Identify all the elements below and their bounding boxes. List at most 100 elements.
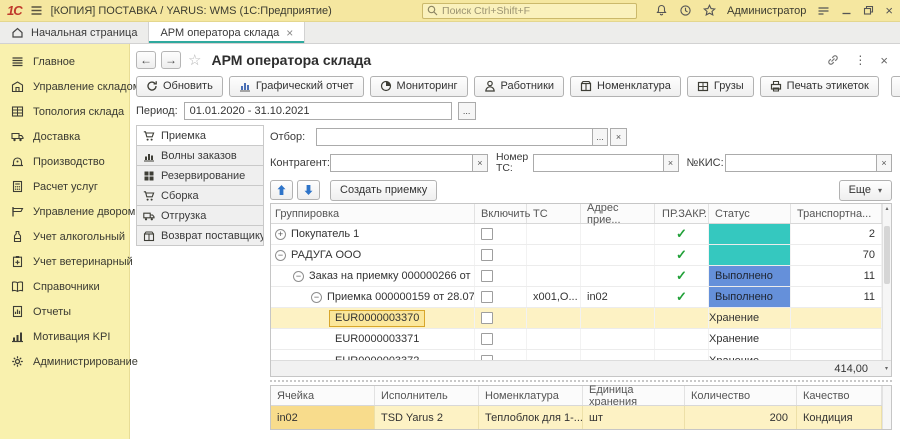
include-checkbox[interactable] [481,249,493,261]
panel-splitter[interactable] [270,380,892,382]
detail-row-selected[interactable]: in02 TSD Yarus 2 Теплоблок для 1-... шт … [271,406,891,429]
include-checkbox[interactable] [481,228,493,240]
tab-otgruzka[interactable]: Отгрузка [136,205,264,226]
col-address-header[interactable]: Адрес прие... [581,204,655,223]
sidebar-item-veterinary[interactable]: Учет ветеринарный [0,249,129,274]
cargo-button[interactable]: Грузы [687,76,754,97]
sidebar-item-alcohol[interactable]: Учет алкогольный [0,224,129,249]
focused-cell[interactable]: EUR0000003370 [329,310,425,327]
collapse-icon[interactable]: − [275,250,286,261]
create-receipt-button[interactable]: Создать приемку [330,180,437,201]
col-include-header[interactable]: Включить [475,204,527,223]
refresh-button[interactable]: Обновить [136,76,223,97]
vehicle-number-input[interactable] [533,154,663,172]
graphic-report-button[interactable]: Графический отчет [229,76,364,97]
scrollbar-thumb[interactable] [884,226,890,284]
col-przakr-header[interactable]: ПР.ЗАКР. [655,204,709,223]
include-checkbox[interactable] [481,270,493,282]
tab-sborka[interactable]: Сборка [136,185,264,206]
col-vehicle-header[interactable]: ТС [527,204,581,223]
col-cell-header[interactable]: Ячейка [271,386,375,405]
table-row[interactable]: +Покупатель 1 ✓ 2 [271,224,891,245]
sidebar-item-yard-mgmt[interactable]: Управление двором [0,199,129,224]
history-clock-icon[interactable] [679,4,692,17]
grid-more-button[interactable]: Еще ▾ [839,180,892,201]
minimize-icon[interactable] [841,5,852,16]
tab-rezervirovanie[interactable]: Резервирование [136,165,264,186]
col-executor-header[interactable]: Исполнитель [375,386,479,405]
more-menu-icon[interactable]: ⋮ [854,53,866,67]
sidebar-item-catalogs[interactable]: Справочники [0,274,129,299]
expand-icon[interactable]: + [275,229,286,240]
sidebar-item-kpi[interactable]: Мотивация KPI [0,324,129,349]
tab-volny-zakazov[interactable]: Волны заказов [136,145,264,166]
nav-forward-button[interactable]: → [161,51,181,69]
selection-picker-button[interactable]: ... [592,128,608,146]
col-status-header[interactable]: Статус [709,204,791,223]
main-menu-icon[interactable] [30,4,43,17]
tab-home[interactable]: Начальная страница [0,22,148,43]
tab-arm-operator[interactable]: АРМ оператора склада × [148,22,305,43]
get-link-icon[interactable] [826,53,840,67]
search-input[interactable] [442,5,632,17]
counterparty-clear-button[interactable]: × [472,154,488,172]
close-window-icon[interactable]: × [885,4,893,17]
move-down-button[interactable] [297,180,320,200]
include-checkbox[interactable] [481,333,493,345]
col-group-header[interactable]: Группировка [271,204,475,223]
grid-vertical-scrollbar[interactable]: ▴ [882,204,891,360]
table-row[interactable]: −Приемка 000000159 от 28.07.202... x001,… [271,287,891,308]
workers-button[interactable]: Работники [474,76,564,97]
scroll-down-icon[interactable]: ▾ [882,365,891,372]
include-checkbox[interactable] [481,312,493,324]
selection-filter-input[interactable] [316,128,592,146]
current-user[interactable]: Администратор [727,5,806,17]
counterparty-input[interactable] [330,154,472,172]
col-unit-header[interactable]: Единица хранения [583,386,685,405]
tab-priemka[interactable]: Приемка [136,125,264,146]
detail-vertical-scrollbar[interactable] [882,386,891,429]
sidebar-item-reports[interactable]: Отчеты [0,299,129,324]
include-checkbox[interactable] [481,355,493,361]
close-form-icon[interactable]: × [880,53,888,68]
table-row[interactable]: −Заказ на приемку 000000266 от 27... ✓ В… [271,266,891,287]
print-labels-button[interactable]: Печать этикеток [760,76,879,97]
sidebar-item-production[interactable]: Производство [0,149,129,174]
col-transport-header[interactable]: Транспортна... [791,204,882,223]
sidebar-item-services-calc[interactable]: Расчет услуг [0,174,129,199]
kis-clear-button[interactable]: × [876,154,892,172]
sidebar-item-main[interactable]: Главное [0,49,129,74]
col-quantity-header[interactable]: Количество [685,386,797,405]
nomenclature-button[interactable]: Номенклатура [570,76,681,97]
favorite-star-icon[interactable]: ☆ [188,51,201,69]
table-row[interactable]: −РАДУГА ООО ✓ 70 [271,245,891,266]
toolbar-more-button[interactable]: Еще ▾ [891,76,900,97]
sidebar-item-warehouse-mgmt[interactable]: Управление складом [0,74,129,99]
restore-window-icon[interactable] [863,5,874,16]
period-input[interactable] [184,102,452,120]
col-nomenclature-header[interactable]: Номенклатура [479,386,583,405]
tab-vozvrat-postavschiku[interactable]: Возврат поставщику [136,225,264,246]
table-row[interactable]: EUR0000003371 Хранение [271,329,891,350]
sidebar-item-topology[interactable]: Топология склада [0,99,129,124]
tab-close-icon[interactable]: × [286,26,293,40]
scroll-up-icon[interactable]: ▴ [883,205,891,212]
collapse-icon[interactable]: − [311,292,322,303]
service-menu-icon[interactable] [817,4,830,17]
move-up-button[interactable] [270,180,293,200]
notifications-bell-icon[interactable] [655,4,668,17]
kis-input[interactable] [725,154,876,172]
vehicle-clear-button[interactable]: × [663,154,679,172]
collapse-icon[interactable]: − [293,271,304,282]
selection-clear-button[interactable]: × [610,128,627,146]
include-checkbox[interactable] [481,291,493,303]
global-search[interactable] [422,3,637,19]
sidebar-item-administration[interactable]: Администрирование [0,349,129,374]
nav-back-button[interactable]: ← [136,51,156,69]
period-picker-button[interactable]: ... [458,102,476,120]
col-quality-header[interactable]: Качество [797,386,882,405]
table-row-selected[interactable]: EUR0000003370 Хранение [271,308,891,329]
table-row[interactable]: EUR0000003372 Хранение [271,350,891,360]
sidebar-item-delivery[interactable]: Доставка [0,124,129,149]
favorites-star-icon[interactable] [703,4,716,17]
